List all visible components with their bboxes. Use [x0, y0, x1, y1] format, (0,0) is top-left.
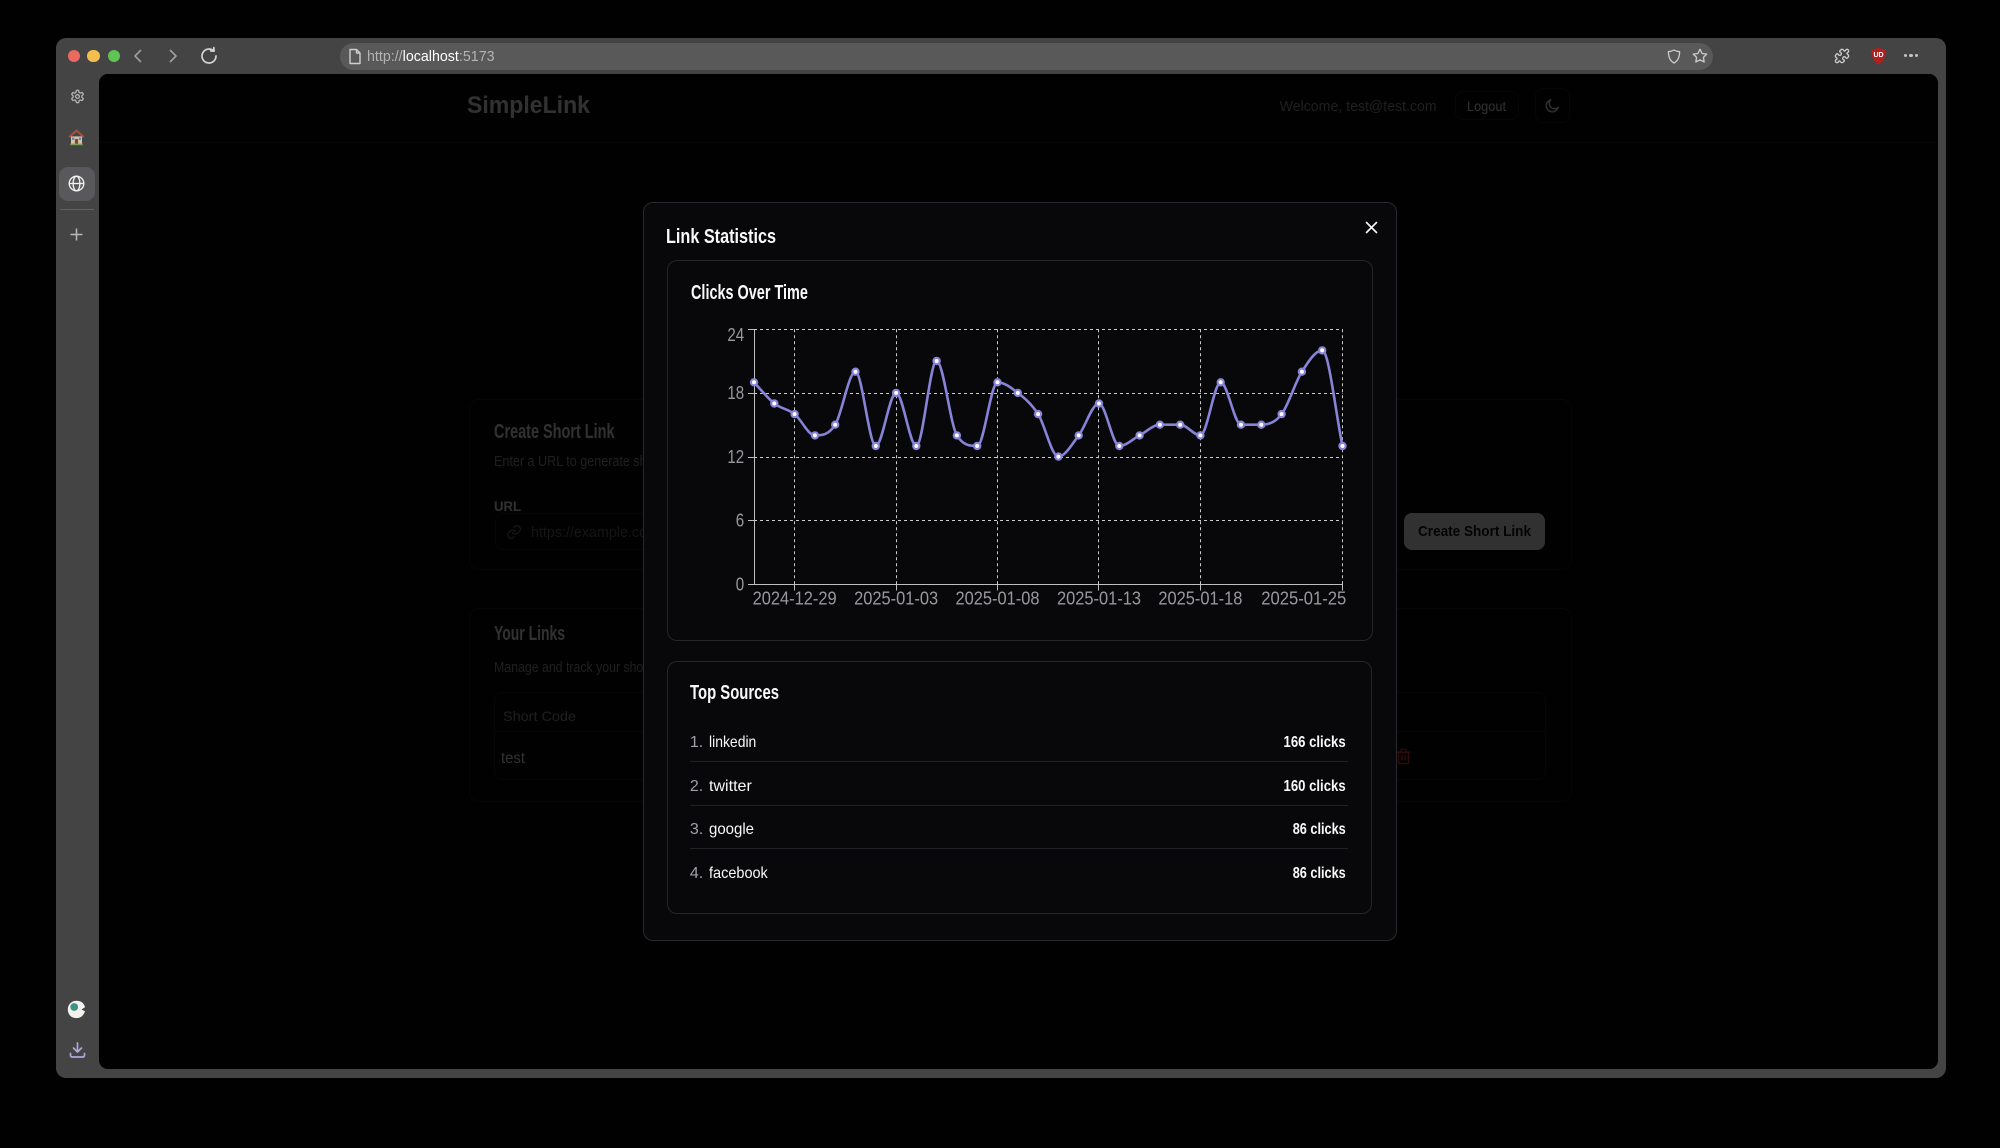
svg-text:2025-01-08: 2025-01-08 — [956, 589, 1040, 609]
svg-text:2025-01-03: 2025-01-03 — [854, 589, 938, 609]
svg-text:UD: UD — [1873, 52, 1883, 59]
svg-text:24: 24 — [727, 325, 744, 345]
svg-text:12: 12 — [727, 447, 744, 467]
svg-text:6: 6 — [736, 511, 744, 531]
svg-text:18: 18 — [727, 383, 744, 403]
svg-text:2025-01-25: 2025-01-25 — [1261, 589, 1346, 609]
svg-text:2025-01-18: 2025-01-18 — [1158, 589, 1242, 609]
svg-text:0: 0 — [736, 574, 744, 594]
svg-text:2024-12-29: 2024-12-29 — [753, 589, 837, 609]
svg-text:2025-01-13: 2025-01-13 — [1057, 589, 1141, 609]
